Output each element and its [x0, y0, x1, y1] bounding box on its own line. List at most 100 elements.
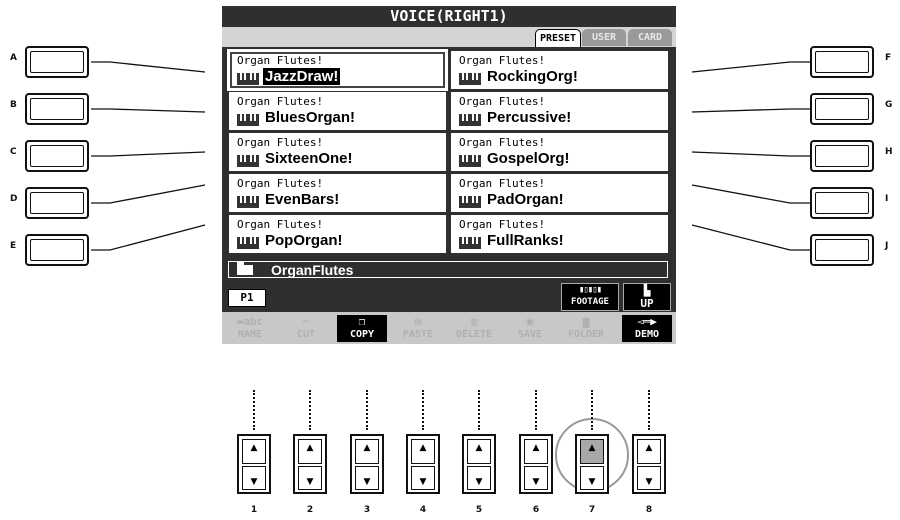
folder-up-icon: ▙ [643, 284, 651, 297]
soft-button-4[interactable]: ▲ ▼ [406, 434, 440, 494]
lcd-screen: VOICE(RIGHT1) PRESET USER CARD Organ Flu… [222, 6, 676, 344]
keyboard-icon [459, 114, 481, 126]
side-button-h[interactable] [810, 140, 874, 172]
voice-category: Organ Flutes! [237, 136, 324, 149]
soft-button-7[interactable]: ▲ ▼ [575, 434, 609, 494]
down-arrow-icon: ▼ [475, 477, 483, 487]
leader-line-left-1 [91, 61, 206, 73]
voice-cell-5[interactable]: Organ Flutes! PopOrgan! [229, 215, 446, 253]
voice-cell-10[interactable]: Organ Flutes! FullRanks! [451, 215, 668, 253]
soft-button-number: 6 [532, 505, 540, 515]
down-arrow-icon: ▼ [250, 477, 258, 487]
soft-button-number: 5 [475, 505, 483, 515]
trumpet-icon: ◅═▶ [637, 315, 657, 328]
footage-button[interactable]: ▮▯▮▯▮ FOOTAGE [561, 283, 619, 311]
side-button-f[interactable] [810, 46, 874, 78]
voice-category: Organ Flutes! [459, 95, 546, 108]
side-label-e: E [10, 241, 17, 251]
cut-button[interactable]: ✂ CUT [281, 315, 331, 342]
voice-name: FullRanks! [487, 232, 564, 249]
soft-button-8[interactable]: ▲ ▼ [632, 434, 666, 494]
voice-category: Organ Flutes! [237, 54, 324, 67]
paste-button[interactable]: ▤ PASTE [393, 315, 443, 342]
soft-button-1[interactable]: ▲ ▼ [237, 434, 271, 494]
voice-cell-3[interactable]: Organ Flutes! SixteenOne! [229, 133, 446, 171]
save-button[interactable]: ▣ SAVE [505, 315, 555, 342]
voice-name: BluesOrgan! [265, 109, 356, 126]
function-label: COPY [349, 329, 375, 340]
keyboard-icon [459, 73, 481, 85]
abc-icon: ▬abc [236, 315, 264, 328]
page-indicator[interactable]: P1 [228, 289, 266, 307]
voice-name: Percussive! [487, 109, 572, 126]
function-label: FOLDER [567, 329, 605, 340]
side-button-c[interactable] [25, 140, 89, 172]
side-label-a: A [10, 53, 17, 63]
leader-line-left-5 [91, 224, 206, 251]
folder-icon: ▆ [582, 315, 590, 328]
tab-user[interactable]: USER [582, 29, 626, 46]
panel-diagram: A B C D E F G H I J VOICE(RIGHT1) PRESET… [0, 0, 900, 520]
down-arrow-icon: ▼ [588, 477, 596, 487]
demo-button[interactable]: ◅═▶ DEMO [622, 315, 672, 342]
voice-name: EvenBars! [265, 191, 340, 208]
soft-button-number: 2 [306, 505, 314, 515]
voice-cell-8[interactable]: Organ Flutes! GospelOrg! [451, 133, 668, 171]
voice-category: Organ Flutes! [459, 54, 546, 67]
soft-button-6[interactable]: ▲ ▼ [519, 434, 553, 494]
folder-button[interactable]: ▆ FOLDER [561, 315, 611, 342]
voice-cell-7[interactable]: Organ Flutes! Percussive! [451, 92, 668, 130]
voice-cell-4[interactable]: Organ Flutes! EvenBars! [229, 174, 446, 212]
dotted-leader [535, 390, 539, 430]
leader-line-right-2 [691, 108, 810, 113]
voice-name: RockingOrg! [487, 68, 578, 85]
up-button[interactable]: ▙ UP [623, 283, 671, 311]
keyboard-icon [237, 196, 259, 208]
soft-button-number: 7 [588, 505, 596, 515]
voice-cell-9[interactable]: Organ Flutes! PadOrgan! [451, 174, 668, 212]
function-label: PASTE [402, 329, 434, 340]
tab-card[interactable]: CARD [628, 29, 672, 46]
keyboard-icon [237, 237, 259, 249]
leader-line-left-2 [91, 108, 206, 113]
side-label-d: D [10, 194, 18, 204]
voice-cell-2[interactable]: Organ Flutes! BluesOrgan! [229, 92, 446, 130]
side-button-g[interactable] [810, 93, 874, 125]
side-button-i[interactable] [810, 187, 874, 219]
side-button-a[interactable] [25, 46, 89, 78]
leader-line-right-5 [691, 224, 810, 251]
function-label: SAVE [517, 329, 543, 340]
dotted-leader [366, 390, 370, 430]
voice-category: Organ Flutes! [459, 177, 546, 190]
voice-cell-6[interactable]: Organ Flutes! RockingOrg! [451, 51, 668, 89]
scissors-icon: ✂ [302, 315, 310, 328]
voice-name: JazzDraw! [263, 68, 341, 85]
paste-icon: ▤ [414, 315, 422, 328]
copy-button[interactable]: ❐ COPY [337, 315, 387, 342]
name-button[interactable]: ▬abc NAME [225, 315, 275, 342]
soft-button-2[interactable]: ▲ ▼ [293, 434, 327, 494]
keyboard-icon [459, 196, 481, 208]
side-button-d[interactable] [25, 187, 89, 219]
up-arrow-icon: ▲ [532, 443, 540, 453]
side-button-j[interactable] [810, 234, 874, 266]
tab-preset[interactable]: PRESET [535, 29, 581, 47]
voice-cell-1[interactable]: Organ Flutes! JazzDraw! [227, 49, 448, 91]
soft-button-5[interactable]: ▲ ▼ [462, 434, 496, 494]
up-arrow-icon: ▲ [419, 443, 427, 453]
soft-button-3[interactable]: ▲ ▼ [350, 434, 384, 494]
side-label-h: H [885, 147, 893, 157]
down-arrow-icon: ▼ [645, 477, 653, 487]
up-arrow-icon: ▲ [250, 443, 258, 453]
keyboard-icon [459, 155, 481, 167]
voice-category: Organ Flutes! [459, 218, 546, 231]
side-button-b[interactable] [25, 93, 89, 125]
voice-category: Organ Flutes! [459, 136, 546, 149]
side-button-e[interactable] [25, 234, 89, 266]
footage-label: FOOTAGE [571, 297, 609, 307]
side-label-b: B [10, 100, 17, 110]
keyboard-icon [237, 114, 259, 126]
delete-button[interactable]: ▥ DELETE [449, 315, 499, 342]
drawbar-icon: ▮▯▮▯▮ [578, 285, 602, 295]
side-label-g: G [885, 100, 893, 110]
